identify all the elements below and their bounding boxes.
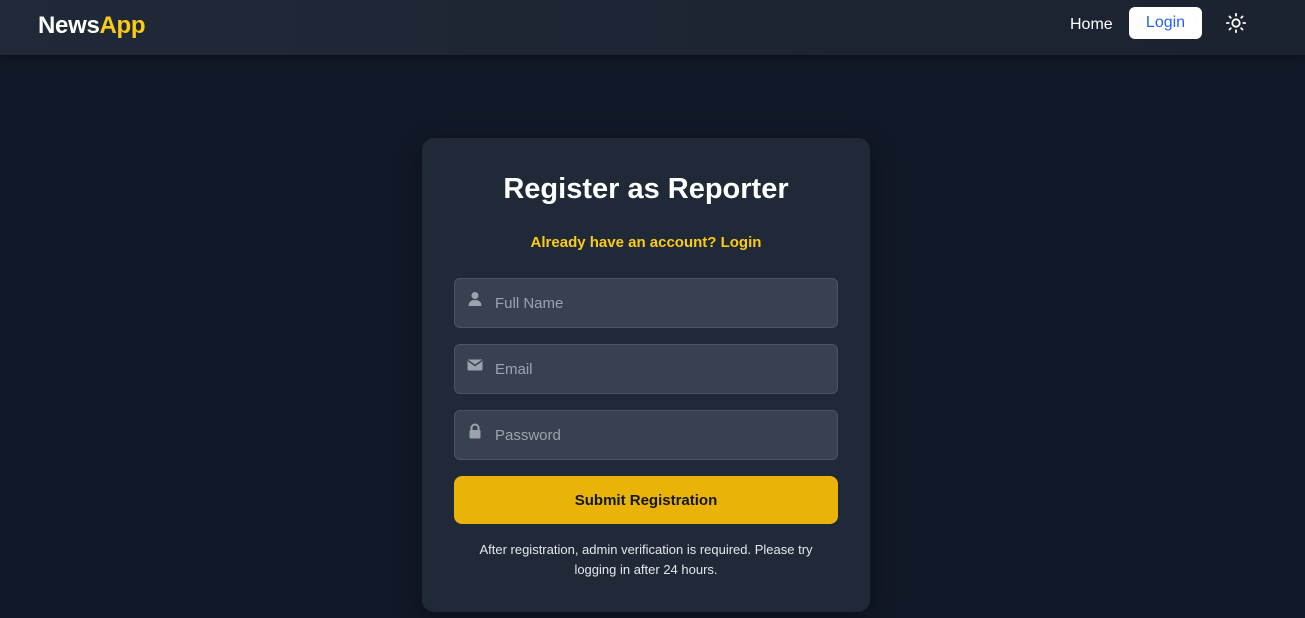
brand-name-part1: News xyxy=(38,12,100,39)
top-navbar: NewsApp Home Login xyxy=(0,0,1305,55)
password-input[interactable] xyxy=(495,411,825,459)
nav-login-button[interactable]: Login xyxy=(1129,7,1202,39)
theme-toggle-button[interactable] xyxy=(1225,12,1247,34)
email-input[interactable] xyxy=(495,345,825,393)
verification-note: After registration, admin verification i… xyxy=(479,542,813,577)
email-field[interactable] xyxy=(454,344,838,394)
registration-card: Register as Reporter Already have an acc… xyxy=(422,138,870,612)
nav-home-link[interactable]: Home xyxy=(1070,15,1113,35)
user-icon xyxy=(468,292,482,306)
lock-icon xyxy=(469,423,481,439)
submit-registration-button[interactable]: Submit Registration xyxy=(454,476,838,524)
password-field[interactable] xyxy=(454,410,838,460)
brand-logo[interactable]: NewsApp xyxy=(38,11,146,41)
envelope-icon xyxy=(467,359,483,371)
brand-name-part2: App xyxy=(99,12,146,39)
full-name-input[interactable] xyxy=(495,279,825,327)
sun-icon xyxy=(1225,12,1247,34)
full-name-field[interactable] xyxy=(454,278,838,328)
page-title: Register as Reporter xyxy=(503,173,789,205)
login-link[interactable]: Already have an account? Login xyxy=(422,233,870,253)
